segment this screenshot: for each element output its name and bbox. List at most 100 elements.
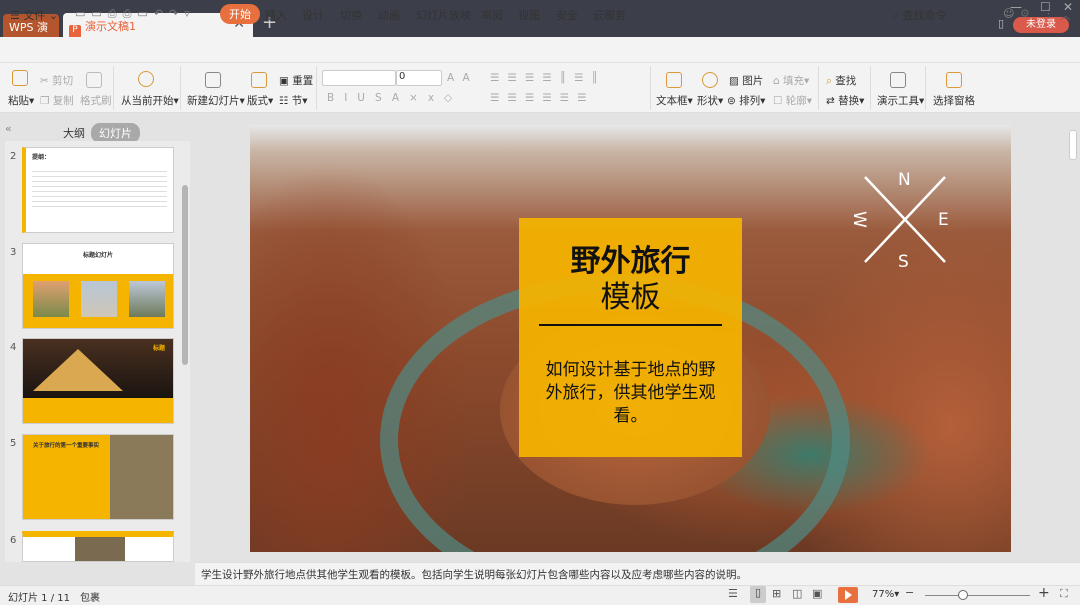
more-icon[interactable]: ⋮ (1043, 7, 1054, 20)
shape-icon (702, 72, 718, 88)
paste-icon (12, 70, 28, 86)
menu-bar (0, 37, 1080, 63)
thumb-number: 6 (10, 535, 17, 546)
format-painter-button[interactable]: 格式刷 (80, 93, 112, 108)
thumb-number: 2 (10, 151, 17, 162)
file-menu[interactable]: ☰ 文件 ⌄ (10, 7, 58, 23)
tab-slides[interactable]: 幻灯片 (91, 123, 140, 143)
title-divider (539, 324, 722, 326)
arrange-button[interactable]: ⊜ 排列▾ (727, 93, 765, 108)
reset-button[interactable]: ▣ 重置 (279, 73, 313, 88)
zoom-out-button[interactable]: − (905, 586, 914, 599)
alignment-buttons[interactable]: ☰☰☰☰☰☰ (490, 92, 594, 104)
fit-window-icon[interactable]: ⛶ (1060, 587, 1068, 601)
tab-transition[interactable]: 切换 (340, 7, 362, 23)
zoom-slider[interactable] (925, 595, 1030, 596)
tab-security[interactable]: 安全 (556, 7, 578, 23)
slide-thumbnail-3[interactable]: 标题幻灯片 (22, 243, 174, 329)
tab-outline[interactable]: 大纲 (63, 125, 85, 141)
thumb-title: 标题 (152, 345, 165, 352)
thumb-number: 5 (10, 438, 17, 449)
quick-access-toolbar[interactable]: ▭▭⎙⎙▭↶↷▿ (75, 7, 196, 21)
picture-button[interactable]: ▨ 图片 (729, 73, 763, 88)
tab-review[interactable]: 审阅 (481, 7, 503, 23)
shape-button[interactable]: 形状▾ (697, 93, 723, 108)
presentation-tools-button[interactable]: 演示工具▾ (877, 93, 924, 108)
textbox-button[interactable]: 文本框▾ (656, 93, 693, 108)
tab-cloud[interactable]: 云服务 (593, 7, 626, 23)
zoom-select[interactable]: 77%▾ (872, 589, 899, 600)
thumb-title: 提纲： (32, 154, 51, 161)
new-slide-button[interactable]: 新建幻灯片▾ (187, 93, 245, 108)
font-size-select[interactable]: 0 (396, 70, 442, 86)
copy-button[interactable]: ❐ 复制 (40, 93, 74, 108)
search-icon: ⌕ (893, 9, 900, 22)
document-name: 演示文稿1 (85, 20, 136, 33)
presenter-view-icon[interactable]: ▣ (812, 587, 822, 600)
reading-view-icon[interactable]: ◫ (792, 587, 802, 600)
paste-button[interactable]: 粘贴▾ (8, 93, 34, 108)
paragraph-buttons[interactable]: ☰☰☰☰║☰║ (490, 72, 606, 84)
slide-subtitle[interactable]: 如何设计基于地点的野外旅行，供其他学生观看。 (539, 359, 722, 428)
layout-button[interactable]: 版式▾ (247, 93, 273, 108)
slide-canvas[interactable]: 野外旅行 模板 如何设计基于地点的野外旅行，供其他学生观看。 N E S W (250, 125, 1011, 552)
thumb-title: 关于旅行的第一个重要事实 (33, 443, 100, 449)
sorter-view-icon[interactable]: ⊞ (772, 587, 781, 600)
from-current-button[interactable]: 从当前开始▾ (121, 93, 179, 108)
thumb-number: 3 (10, 247, 17, 258)
tab-insert[interactable]: 插入 (265, 7, 287, 23)
slide-thumbnail-2[interactable]: 提纲： (22, 147, 174, 233)
format-painter-icon (86, 72, 102, 88)
find-button[interactable]: ⌕ 查找 (826, 73, 856, 88)
tab-animation[interactable]: 动画 (378, 7, 400, 23)
command-search-label: 查找命令 (902, 9, 947, 22)
compass-w: W (850, 211, 869, 228)
compass-n: N (898, 170, 911, 190)
section-button[interactable]: ☷ 节▾ (279, 93, 308, 108)
outline-button[interactable]: ☐ 轮廓▾ (773, 93, 812, 108)
slide-thumbnail-4[interactable]: 标题 (22, 338, 174, 424)
tab-home[interactable]: 开始 (220, 4, 260, 24)
panel-scrollbar[interactable] (182, 185, 188, 365)
file-label: 文件 (23, 9, 46, 22)
slide-thumbnail-5[interactable]: 关于旅行的第一个重要事实 (22, 434, 174, 520)
selection-pane-icon (946, 72, 962, 88)
font-size-buttons[interactable]: AA (447, 72, 478, 84)
slide-scrollbar[interactable] (1069, 130, 1077, 160)
play-icon (138, 71, 154, 87)
slide-thumbnail-6[interactable] (22, 531, 174, 562)
normal-view-icon[interactable]: ▯ (750, 586, 766, 603)
tab-design[interactable]: 设计 (302, 7, 324, 23)
zoom-slider-handle[interactable] (958, 590, 968, 600)
find-icon: ⌕ (826, 75, 832, 87)
textbox-icon (666, 72, 682, 88)
compass-s: S (898, 252, 909, 272)
speaker-notes[interactable]: 学生设计野外旅行地点供其他学生观看的模板。包括向学生说明每张幻灯片包含哪些内容以… (195, 562, 1080, 585)
notes-toggle-icon[interactable]: ☰ (728, 587, 738, 600)
selection-pane-button[interactable]: 选择窗格 (933, 93, 975, 108)
tab-slideshow[interactable]: 幻灯片放映 (416, 7, 471, 23)
collapse-panel-icon[interactable]: « (5, 122, 12, 135)
slide-count: 幻灯片 1 / 11 (8, 593, 70, 604)
title-box: 野外旅行 模板 如何设计基于地点的野外旅行，供其他学生观看。 (519, 218, 742, 457)
fill-button[interactable]: ⌂ 填充▾ (773, 73, 809, 88)
slide-title-line2[interactable]: 模板 (519, 272, 742, 316)
collapse-ribbon-icon[interactable]: ︿ (1060, 7, 1071, 23)
command-search[interactable]: ⌕ 查找命令 (893, 7, 947, 23)
status-bar (0, 585, 1080, 605)
notes-text[interactable]: 学生设计野外旅行地点供其他学生观看的模板。包括向学生说明每张幻灯片包含哪些内容以… (201, 569, 747, 581)
cut-button[interactable]: ✂ 剪切 (40, 73, 73, 88)
font-family-select[interactable] (322, 70, 396, 86)
tab-view[interactable]: 视图 (518, 7, 540, 23)
replace-button[interactable]: ⇄ 替换▾ (826, 93, 864, 108)
slideshow-play-button[interactable] (838, 587, 858, 603)
thumb-number: 4 (10, 342, 17, 353)
layout-icon (251, 72, 267, 88)
gear-icon[interactable]: ⚙ (1020, 7, 1030, 20)
zoom-in-button[interactable]: + (1038, 585, 1050, 601)
thumb-title: 标题幻灯片 (82, 252, 113, 259)
theme-name[interactable]: 包裹 (80, 589, 100, 604)
compass-icon: N E S W (850, 170, 949, 272)
font-style-buttons[interactable]: BIUSA×x◇ (327, 92, 462, 104)
chat-icon[interactable]: ☺ (1003, 7, 1014, 20)
